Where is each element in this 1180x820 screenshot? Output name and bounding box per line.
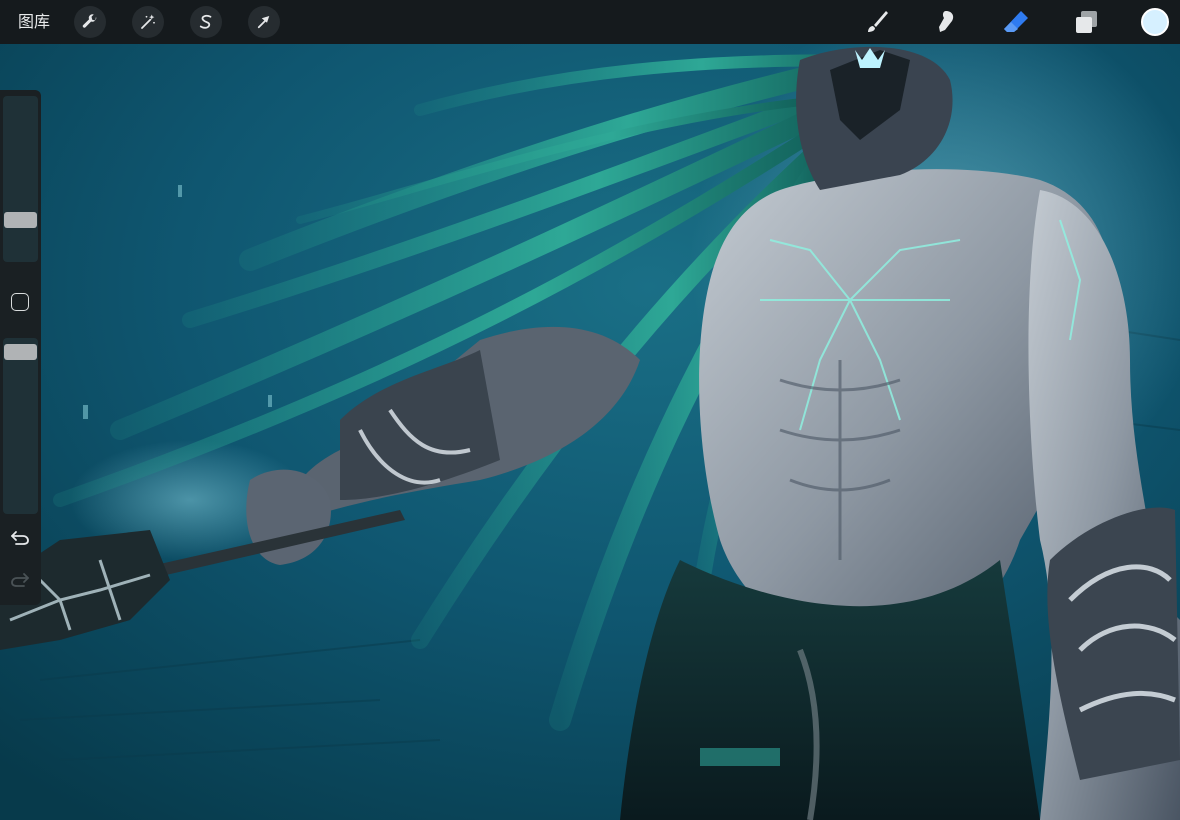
left-sidebar (0, 90, 41, 605)
smudge-tool-button[interactable] (930, 6, 962, 38)
magic-wand-icon (141, 14, 155, 29)
drawing-app: 图库 (0, 0, 1180, 820)
brush-opacity-slider[interactable] (3, 338, 38, 514)
transform-button[interactable] (248, 6, 280, 38)
layers-icon (1076, 11, 1097, 33)
adjustments-button[interactable] (132, 6, 164, 38)
wrench-icon (82, 14, 97, 28)
gallery-button[interactable]: 图库 (18, 10, 50, 34)
brush-icon (868, 11, 888, 32)
selection-s-icon (199, 14, 212, 29)
undo-arrow-icon (11, 531, 29, 545)
layers-button[interactable] (1070, 6, 1102, 38)
drawing-canvas[interactable] (0, 0, 1180, 820)
modify-button[interactable] (11, 293, 29, 311)
selection-button[interactable] (190, 6, 222, 38)
redo-button[interactable] (8, 570, 32, 590)
undo-button[interactable] (8, 528, 32, 548)
eraser-icon (1004, 11, 1028, 32)
actions-button[interactable] (74, 6, 106, 38)
brush-size-slider[interactable] (3, 96, 38, 262)
arrow-cursor-icon (257, 16, 270, 29)
brush-size-thumb[interactable] (4, 212, 37, 228)
top-toolbar: 图库 (0, 0, 1180, 44)
erase-tool-button[interactable] (1000, 6, 1032, 38)
smudge-icon (939, 11, 954, 32)
color-swatch[interactable] (1141, 8, 1169, 36)
redo-arrow-icon (11, 573, 29, 587)
artwork (0, 0, 1180, 820)
brush-opacity-thumb[interactable] (4, 344, 37, 360)
paint-tool-button[interactable] (860, 6, 892, 38)
